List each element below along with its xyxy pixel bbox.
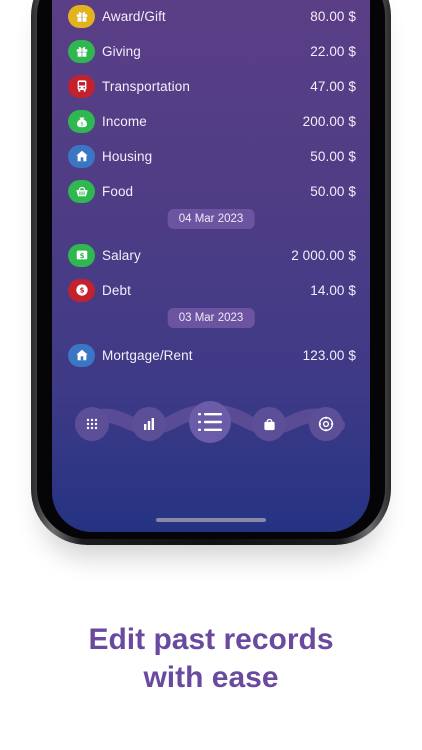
- svg-text:$: $: [79, 287, 84, 295]
- bag-icon: [263, 418, 276, 431]
- nav-button-list[interactable]: [189, 401, 231, 443]
- nav-button-grid[interactable]: [75, 407, 109, 441]
- transaction-amount: 22.00 $: [310, 43, 356, 59]
- date-header: 03 Mar 2023: [167, 308, 255, 328]
- category-name: Salary: [102, 247, 141, 263]
- transaction-amount: 14.00 $: [310, 282, 356, 298]
- promo-headline: Edit past records with ease: [0, 621, 422, 697]
- category-name: Housing: [102, 148, 153, 164]
- transaction-row[interactable]: Award/Gift 80.00 $: [68, 2, 356, 30]
- category-name: Transportation: [102, 78, 190, 94]
- transaction-row[interactable]: Housing 50.00 $: [68, 142, 356, 170]
- transaction-amount: 47.00 $: [310, 78, 356, 94]
- category-name: Food: [102, 183, 134, 199]
- date-header: 04 Mar 2023: [167, 209, 255, 229]
- coin-icon: $: [68, 278, 95, 302]
- home-indicator: [156, 518, 266, 522]
- gift-icon: [68, 39, 95, 63]
- transaction-row[interactable]: Mortgage/Rent 123.00 $: [68, 341, 356, 369]
- house-icon: [68, 144, 95, 168]
- settings-icon: [318, 416, 334, 432]
- headline-line-2: with ease: [143, 661, 279, 694]
- basket-icon: [68, 179, 95, 203]
- cash-icon: $: [68, 243, 95, 267]
- transaction-row[interactable]: $ Salary 2 000.00 $: [68, 241, 356, 269]
- nav-button-bar-chart[interactable]: [132, 407, 166, 441]
- bottom-navigation: [72, 400, 348, 443]
- category-name: Mortgage/Rent: [102, 347, 193, 363]
- headline-line-1: Edit past records: [88, 623, 334, 656]
- phone-frame: Health62.00 $Award/Gift80.00 $Giving22.0…: [31, 0, 391, 545]
- category-name: Debt: [102, 282, 131, 298]
- category-name: Income: [102, 113, 147, 129]
- app-screen: Health62.00 $Award/Gift80.00 $Giving22.0…: [52, 0, 370, 532]
- transaction-amount: 50.00 $: [310, 148, 356, 164]
- transaction-amount: 200.00 $: [302, 113, 356, 129]
- transaction-amount: 123.00 $: [302, 347, 356, 363]
- nav-button-settings[interactable]: [309, 407, 343, 441]
- category-name: Giving: [102, 43, 141, 59]
- house-icon: [68, 343, 95, 367]
- svg-text:$: $: [80, 121, 83, 127]
- transaction-row[interactable]: Giving 22.00 $: [68, 37, 356, 65]
- money-bag-icon: $: [68, 109, 95, 133]
- transaction-amount: 2 000.00 $: [291, 247, 356, 263]
- bar-chart-icon: [143, 418, 155, 430]
- transaction-row[interactable]: Transportation 47.00 $: [68, 72, 356, 100]
- grid-icon: [86, 418, 98, 430]
- svg-text:$: $: [79, 252, 84, 260]
- gift-icon: [68, 4, 95, 28]
- category-name: Award/Gift: [102, 8, 166, 24]
- transaction-amount: 50.00 $: [310, 183, 356, 199]
- transaction-row[interactable]: Food 50.00 $: [68, 177, 356, 205]
- bus-icon: [68, 74, 95, 98]
- transaction-row[interactable]: $ Income 200.00 $: [68, 107, 356, 135]
- list-icon: [198, 412, 222, 432]
- transaction-row[interactable]: $ Debt 14.00 $: [68, 276, 356, 304]
- nav-button-bag[interactable]: [252, 407, 286, 441]
- transaction-amount: 80.00 $: [310, 8, 356, 24]
